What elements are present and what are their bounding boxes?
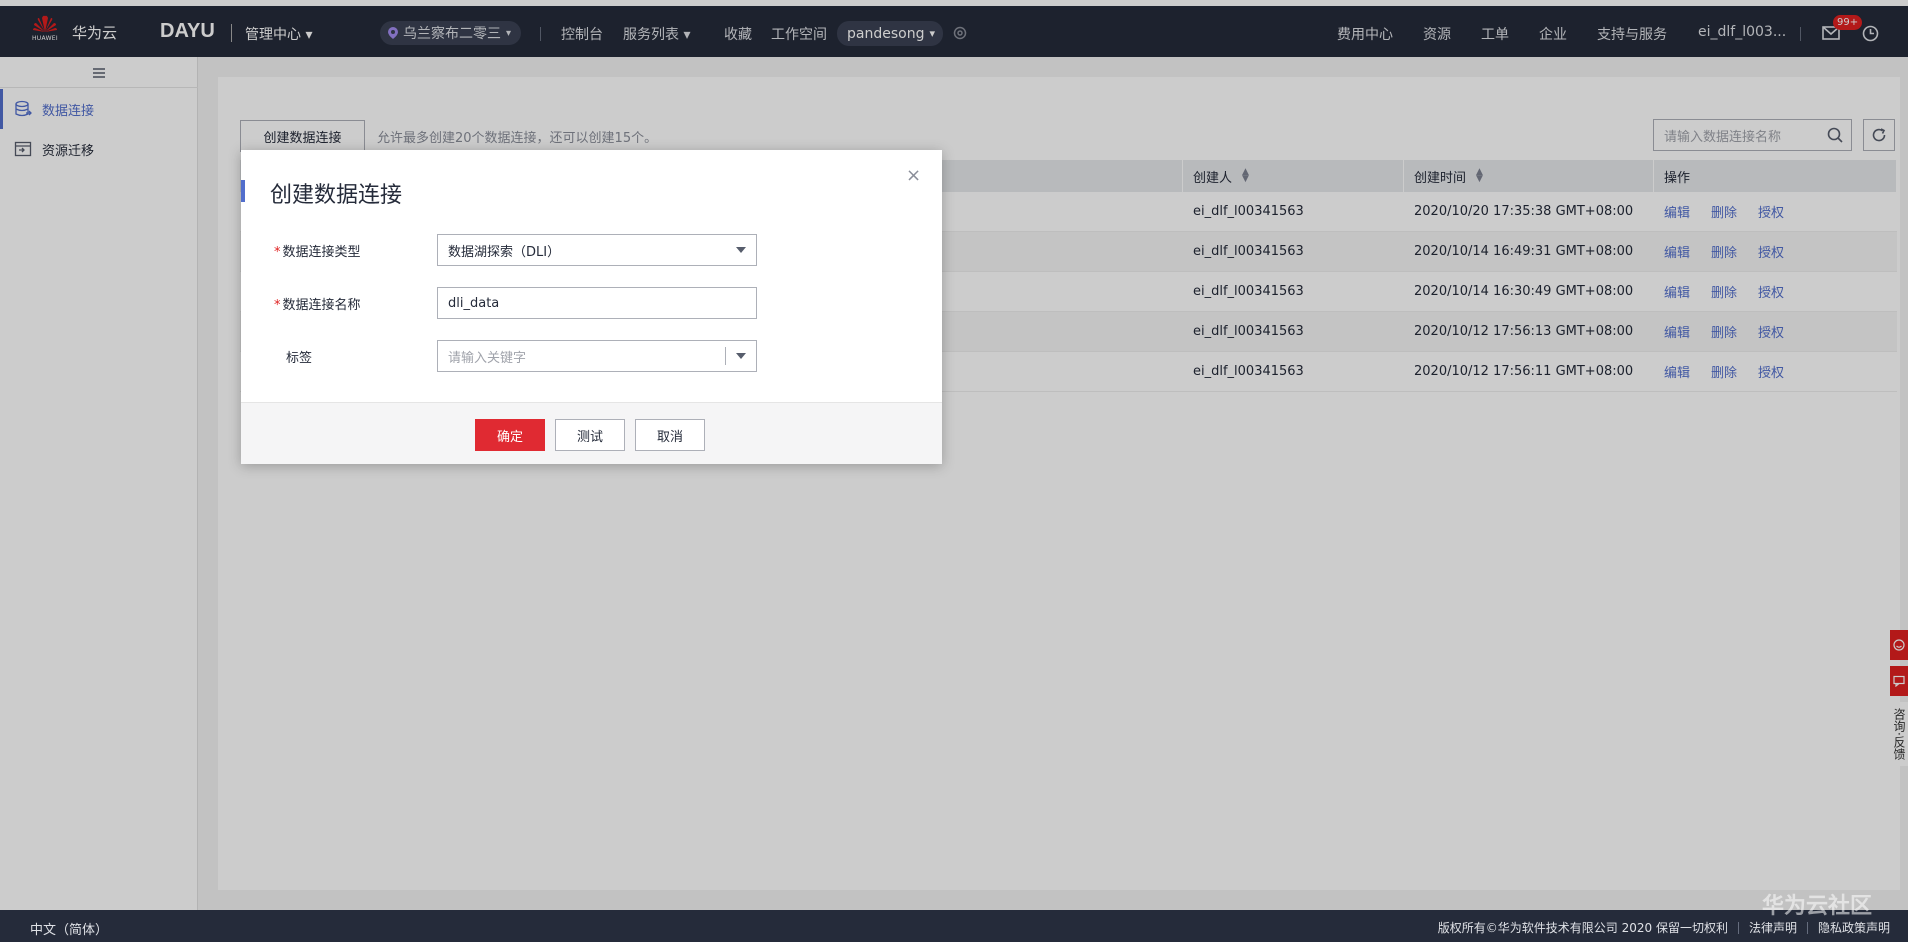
connection-name-label: * 数据连接名称 (274, 298, 361, 313)
title-accent-bar (241, 180, 245, 202)
dialog-footer: 确定 测试 取消 (241, 402, 942, 464)
create-connection-dialog: 创建数据连接 × * 数据连接类型 数据湖探索（DLI） * 数据连接名称 dli_… (241, 150, 942, 464)
connection-type-label: * 数据连接类型 (274, 245, 361, 260)
community-watermark: 华为云社区 (1762, 894, 1873, 919)
divider (1806, 921, 1808, 934)
test-button[interactable]: 测试 (555, 419, 625, 451)
copyright-text: 版权所有©华为软件技术有限公司 2020 保留一切权利 (1437, 921, 1728, 935)
legal-link[interactable]: 法律声明 (1749, 919, 1797, 936)
cancel-button[interactable]: 取消 (635, 419, 705, 451)
confirm-button[interactable]: 确定 (475, 419, 545, 451)
connection-type-value: 数据湖探索（DLI） (448, 244, 561, 260)
required-marker: * (274, 245, 281, 260)
privacy-link[interactable]: 隐私政策声明 (1818, 919, 1890, 936)
connection-type-select[interactable]: 数据湖探索（DLI） (437, 234, 757, 266)
page-footer: 中文（简体） 版权所有©华为软件技术有限公司 2020 保留一切权利 法律声明 … (0, 910, 1908, 942)
dialog-title: 创建数据连接 (270, 183, 403, 208)
close-icon[interactable]: × (906, 165, 921, 186)
divider (725, 347, 726, 365)
tag-placeholder: 请输入关键字 (448, 350, 527, 366)
connection-name-value: dli_data (448, 295, 500, 311)
chevron-down-icon (736, 247, 746, 253)
connection-name-input[interactable]: dli_data (437, 287, 757, 319)
required-marker: * (274, 298, 281, 313)
tag-select[interactable]: 请输入关键字 (437, 340, 757, 372)
divider (1737, 921, 1739, 934)
language-selector[interactable]: 中文（简体） (30, 919, 108, 938)
chevron-down-icon[interactable] (736, 353, 746, 359)
tag-label: 标签 (286, 351, 313, 366)
footer-links: 版权所有©华为软件技术有限公司 2020 保留一切权利 法律声明 隐私政策声明 (1438, 919, 1890, 936)
